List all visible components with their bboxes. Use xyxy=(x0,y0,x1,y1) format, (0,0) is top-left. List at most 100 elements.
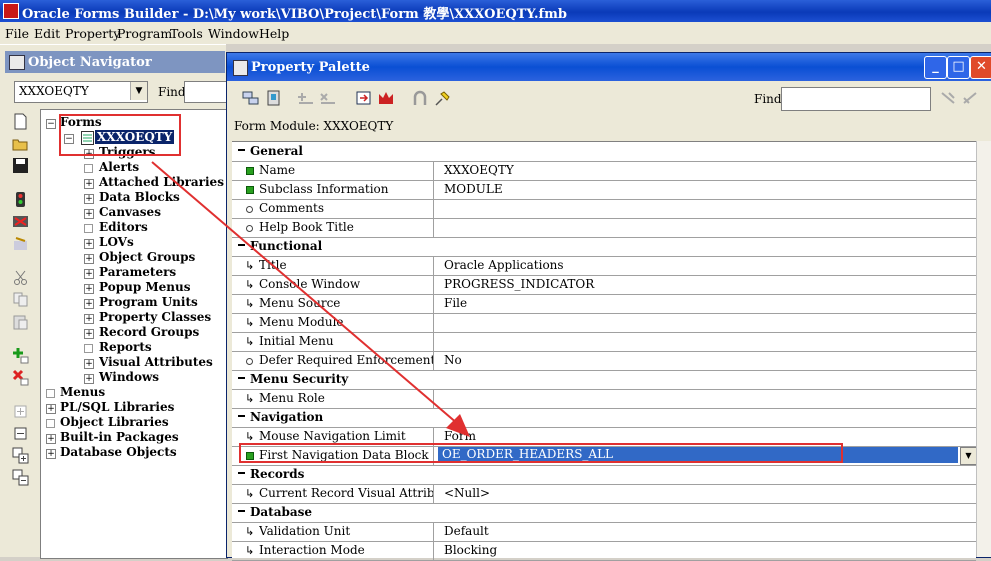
property-palette-title-bar[interactable]: Property Palette _ □ ✕ xyxy=(227,53,991,81)
tree-node-lovs[interactable]: LOVs xyxy=(99,235,134,249)
open-icon[interactable] xyxy=(12,135,29,152)
category-row-navigation[interactable]: Navigation xyxy=(232,408,976,428)
tree-node-database-objects[interactable]: Database Objects xyxy=(60,445,177,459)
collapse-all-icon[interactable] xyxy=(12,469,29,486)
expand-icon[interactable] xyxy=(12,403,29,420)
property-row-interaction-mode[interactable]: ↳ Interaction Mode Blocking xyxy=(232,541,976,561)
object-navigator-title-bar[interactable]: Object Navigator xyxy=(5,51,225,73)
tree-expand-toggle[interactable]: + xyxy=(84,314,94,324)
tree-node-property-classes[interactable]: Property Classes xyxy=(99,310,211,324)
expand-all-icon[interactable] xyxy=(12,447,29,464)
tree-expand-toggle[interactable]: + xyxy=(84,239,94,249)
property-class-icon[interactable] xyxy=(377,90,395,106)
navigator-find-input[interactable] xyxy=(184,81,228,103)
new-icon[interactable] xyxy=(12,113,29,130)
collapse-icon[interactable] xyxy=(238,149,245,151)
collapse-icon[interactable] xyxy=(238,415,245,417)
debug-icon[interactable] xyxy=(12,213,29,230)
remove-property-icon[interactable] xyxy=(319,90,337,106)
property-row-title[interactable]: ↳ Title Oracle Applications xyxy=(232,256,976,276)
category-row-database[interactable]: Database xyxy=(232,503,976,523)
tree-expand-toggle[interactable]: + xyxy=(84,149,94,159)
tree-expand-toggle[interactable]: + xyxy=(84,269,94,279)
tree-node-built-in-packages[interactable]: Built-in Packages xyxy=(60,430,179,444)
tree-expand-toggle[interactable]: + xyxy=(84,254,94,264)
add-property-icon[interactable] xyxy=(297,90,315,106)
tree-node-reports[interactable]: Reports xyxy=(99,340,152,354)
property-row-menu-role[interactable]: ↳ Menu Role xyxy=(232,389,976,409)
find-next-icon[interactable] xyxy=(961,90,979,106)
tree-expand-toggle[interactable]: + xyxy=(84,359,94,369)
tree-expand-toggle[interactable]: + xyxy=(84,374,94,384)
tree-node-forms[interactable]: Forms xyxy=(60,115,102,129)
property-value[interactable]: No xyxy=(444,353,462,367)
tree-node-object-groups[interactable]: Object Groups xyxy=(99,250,195,264)
property-row-menu-source[interactable]: ↳ Menu Source File xyxy=(232,294,976,314)
tree-node-data-blocks[interactable]: Data Blocks xyxy=(99,190,180,204)
property-value[interactable]: Blocking xyxy=(444,543,497,557)
property-value[interactable]: MODULE xyxy=(444,182,503,196)
property-value[interactable]: File xyxy=(444,296,467,310)
collapse-icon[interactable] xyxy=(238,377,245,379)
tree-node-menus[interactable]: Menus xyxy=(60,385,105,399)
property-row-menu-module[interactable]: ↳ Menu Module xyxy=(232,313,976,333)
tree-node-alerts[interactable]: Alerts xyxy=(99,160,139,174)
property-row-current-record-visual-attribute-grou[interactable]: ↳ Current Record Visual Attribute Grou <Nu… xyxy=(232,484,976,504)
property-row-console-window[interactable]: ↳ Console Window PROGRESS_INDICATOR xyxy=(232,275,976,295)
property-row-comments[interactable]: Comments xyxy=(232,199,976,219)
save-icon[interactable] xyxy=(12,157,29,174)
tree-expand-toggle[interactable]: + xyxy=(46,449,56,459)
tree-expand-toggle[interactable]: + xyxy=(84,329,94,339)
menu-help[interactable]: Help xyxy=(259,26,289,41)
menu-program[interactable]: Program xyxy=(117,26,172,41)
property-row-defer-required-enforcement[interactable]: Defer Required Enforcement No xyxy=(232,351,976,371)
minimize-button[interactable]: _ xyxy=(924,56,947,79)
property-value[interactable]: XXXOEQTY xyxy=(444,163,514,177)
wizard-icon[interactable] xyxy=(12,235,29,252)
property-value[interactable]: Oracle Applications xyxy=(444,258,564,272)
tree-node-program-units[interactable]: Program Units xyxy=(99,295,198,309)
property-row-help-book-title[interactable]: Help Book Title xyxy=(232,218,976,238)
menu-edit[interactable]: Edit xyxy=(34,26,60,41)
tree-collapse-toggle[interactable]: − xyxy=(46,119,56,129)
property-value[interactable]: <Null> xyxy=(444,486,490,500)
copy-icon[interactable] xyxy=(12,291,29,308)
property-row-validation-unit[interactable]: ↳ Validation Unit Default xyxy=(232,522,976,542)
vertical-scrollbar[interactable] xyxy=(976,141,991,557)
paste-properties-icon[interactable] xyxy=(265,90,283,106)
tree-node-canvases[interactable]: Canvases xyxy=(99,205,161,219)
module-select[interactable]: XXXOEQTY ▼ xyxy=(14,81,148,103)
property-row-initial-menu[interactable]: ↳ Initial Menu xyxy=(232,332,976,352)
category-row-functional[interactable]: Functional xyxy=(232,237,976,257)
property-value[interactable]: PROGRESS_INDICATOR xyxy=(444,277,594,291)
property-row-name[interactable]: Name XXXOEQTY xyxy=(232,161,976,181)
tree-expand-toggle[interactable]: + xyxy=(84,209,94,219)
close-button[interactable]: ✕ xyxy=(970,56,991,79)
category-row-menu-security[interactable]: Menu Security xyxy=(232,370,976,390)
category-row-general[interactable]: General xyxy=(232,142,976,162)
property-value[interactable]: Default xyxy=(444,524,489,538)
tree-expand-toggle[interactable]: + xyxy=(46,434,56,444)
tree-node-plsql-libraries[interactable]: PL/SQL Libraries xyxy=(60,400,174,414)
tree-node-attached-libraries[interactable]: Attached Libraries xyxy=(99,175,224,189)
collapse-icon[interactable] xyxy=(238,244,245,246)
collapse-icon[interactable] xyxy=(12,425,29,442)
pin-icon[interactable] xyxy=(433,90,451,106)
property-row-subclass-information[interactable]: Subclass Information MODULE xyxy=(232,180,976,200)
tree-expand-toggle[interactable]: + xyxy=(46,404,56,414)
create-icon[interactable] xyxy=(12,347,29,364)
menu-property[interactable]: Property xyxy=(65,26,120,41)
maximize-button[interactable]: □ xyxy=(947,56,970,79)
tree-node-editors[interactable]: Editors xyxy=(99,220,148,234)
tree-node-windows[interactable]: Windows xyxy=(99,370,159,384)
tree-node-record-groups[interactable]: Record Groups xyxy=(99,325,199,339)
intersection-icon[interactable] xyxy=(411,90,429,106)
tree-collapse-toggle[interactable]: − xyxy=(64,134,74,144)
delete-icon[interactable] xyxy=(12,369,29,386)
tree-expand-toggle[interactable]: + xyxy=(84,299,94,309)
tree-node-visual-attributes[interactable]: Visual Attributes xyxy=(99,355,213,369)
tree-expand-toggle[interactable]: + xyxy=(84,284,94,294)
tree-node-module[interactable]: XXXOEQTY xyxy=(95,130,175,144)
inherit-icon[interactable] xyxy=(355,90,373,106)
paste-icon[interactable] xyxy=(12,313,29,330)
